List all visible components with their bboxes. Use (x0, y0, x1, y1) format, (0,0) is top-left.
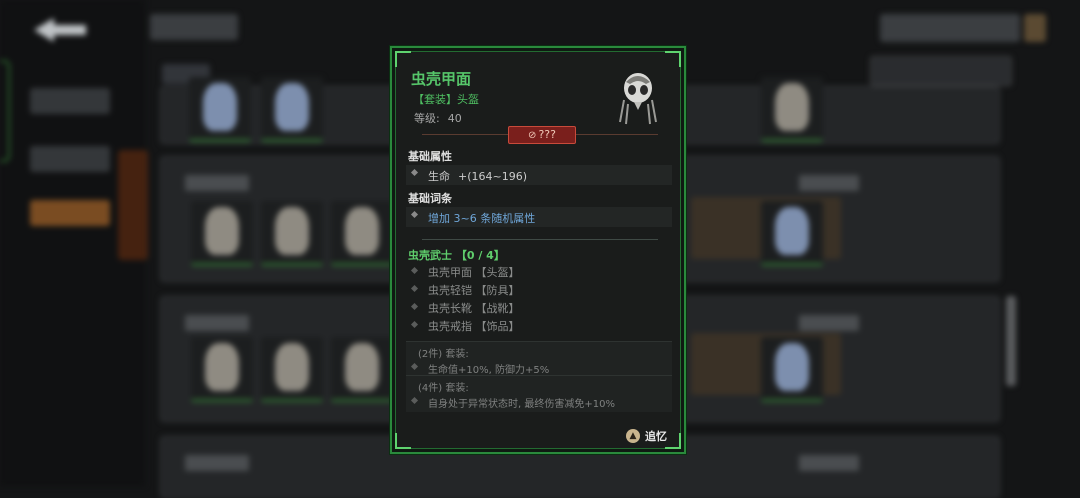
equipment-slot[interactable] (189, 77, 251, 142)
equipment-slot[interactable] (761, 201, 823, 266)
sidebar-item-1[interactable] (30, 88, 110, 114)
equipment-slot[interactable] (261, 337, 323, 402)
equipment-figure-icon (205, 207, 239, 255)
bullet-icon (410, 320, 419, 329)
bullet-icon (410, 396, 419, 405)
base-attributes-heading: 基础属性 (408, 150, 452, 163)
base-affix-text: 增加 3~6 条随机属性 (428, 212, 536, 225)
equipment-figure-icon (275, 207, 309, 255)
quality-feather-icon: ⊘ (528, 130, 537, 141)
bullet-icon (410, 266, 419, 275)
bullet-icon (410, 284, 419, 293)
equipment-slot[interactable] (331, 201, 393, 266)
set-item-text: 虫壳轻铠 【防具】 (428, 284, 520, 297)
set-item-text: 虫壳长靴 【战靴】 (428, 302, 520, 315)
equipment-slot[interactable] (761, 77, 823, 142)
item-tooltip: 虫壳甲面 【套装】头盔 等级: 40 ⊘??? 基础属性 生命 +(164~196)… (390, 46, 686, 454)
item-portrait-icon (619, 73, 657, 125)
equipment-slot[interactable] (261, 77, 323, 142)
set-panel-title (185, 175, 249, 191)
sidebar (0, 0, 148, 486)
set-item-text: 虫壳甲面 【头盔】 (428, 266, 520, 279)
scrollbar[interactable] (1006, 296, 1016, 386)
set-bonus-desc: 自身处于异常状态时, 最终伤害减免+10% (428, 399, 615, 410)
set-item: 虫壳戒指 【饰品】 (406, 316, 672, 334)
filter-dropdown[interactable] (870, 56, 1012, 86)
equipment-figure-icon (275, 83, 309, 131)
item-level-label: 等级: (414, 112, 440, 125)
equipment-figure-icon (775, 207, 809, 255)
page-title (150, 14, 238, 40)
recall-icon: ▲ (626, 429, 640, 443)
equipment-slot[interactable] (191, 337, 253, 402)
set-panel-status (799, 175, 859, 191)
equipment-figure-icon (205, 343, 239, 391)
item-type: 【套装】头盔 (413, 93, 479, 106)
set-item-text: 虫壳戒指 【饰品】 (428, 320, 520, 333)
set-panel-status (799, 455, 859, 471)
equipment-figure-icon (345, 343, 379, 391)
bullet-icon (410, 362, 419, 371)
base-attribute-row: 生命 +(164~196) (406, 165, 672, 185)
item-name: 虫壳甲面 (411, 70, 472, 88)
equipment-slot[interactable] (331, 337, 393, 402)
equipment-figure-icon (345, 207, 379, 255)
set-panel-title (185, 455, 249, 471)
set-bonus-title: (2件) 套装: (418, 349, 469, 360)
set-title: 虫壳武士 【0 / 4】 (408, 249, 505, 262)
top-right-button[interactable] (880, 14, 1020, 42)
equipment-slot[interactable] (261, 201, 323, 266)
equipment-figure-icon (775, 343, 809, 391)
equipment-slot[interactable] (191, 201, 253, 266)
set-bonus-title: (4件) 套装: (418, 383, 469, 394)
back-arrow-icon[interactable] (30, 14, 90, 46)
set-panel-status (799, 315, 859, 331)
set-item: 虫壳甲面 【头盔】 (406, 262, 672, 280)
set-bonus-4: (4件) 套装: 自身处于异常状态时, 最终伤害减免+10% (406, 375, 672, 412)
frame-corner (395, 433, 411, 449)
recall-label: 追忆 (645, 430, 667, 443)
base-affix-heading: 基础词条 (408, 192, 452, 205)
stat-value: +(164~196) (458, 170, 528, 183)
top-right-icon-button[interactable] (1024, 14, 1046, 42)
stat-name: 生命 (428, 170, 450, 183)
set-bonus-2: (2件) 套装: 生命值+10%, 防御力+5% (406, 341, 672, 378)
bullet-icon (410, 210, 419, 219)
base-affix-row: 增加 3~6 条随机属性 (406, 207, 672, 227)
section-divider (422, 239, 658, 240)
item-level: 等级: 40 (414, 110, 462, 126)
set-item: 虫壳轻铠 【防具】 (406, 280, 672, 298)
set-item: 虫壳长靴 【战靴】 (406, 298, 672, 316)
bullet-icon (410, 168, 419, 177)
equipment-figure-icon (775, 83, 809, 131)
sidebar-selection-frame (0, 60, 10, 162)
base-attribute-text: 生命 +(164~196) (428, 168, 527, 184)
equipment-figure-icon (275, 343, 309, 391)
frame-corner (395, 51, 411, 67)
quality-text: ??? (538, 128, 556, 141)
frame-corner (665, 51, 681, 67)
frame-corner (665, 433, 681, 449)
sidebar-item-3[interactable] (30, 200, 110, 226)
recall-button[interactable]: ▲ 追忆 (626, 426, 667, 446)
quality-badge: ⊘??? (508, 126, 576, 144)
sidebar-active-glow (118, 150, 148, 260)
set-panel-title (185, 315, 249, 331)
equipment-slot[interactable] (761, 337, 823, 402)
sidebar-item-2[interactable] (30, 146, 110, 172)
bullet-icon (410, 302, 419, 311)
equipment-figure-icon (203, 83, 237, 131)
item-level-value: 40 (447, 112, 462, 125)
set-bonus-desc: 生命值+10%, 防御力+5% (428, 365, 550, 376)
